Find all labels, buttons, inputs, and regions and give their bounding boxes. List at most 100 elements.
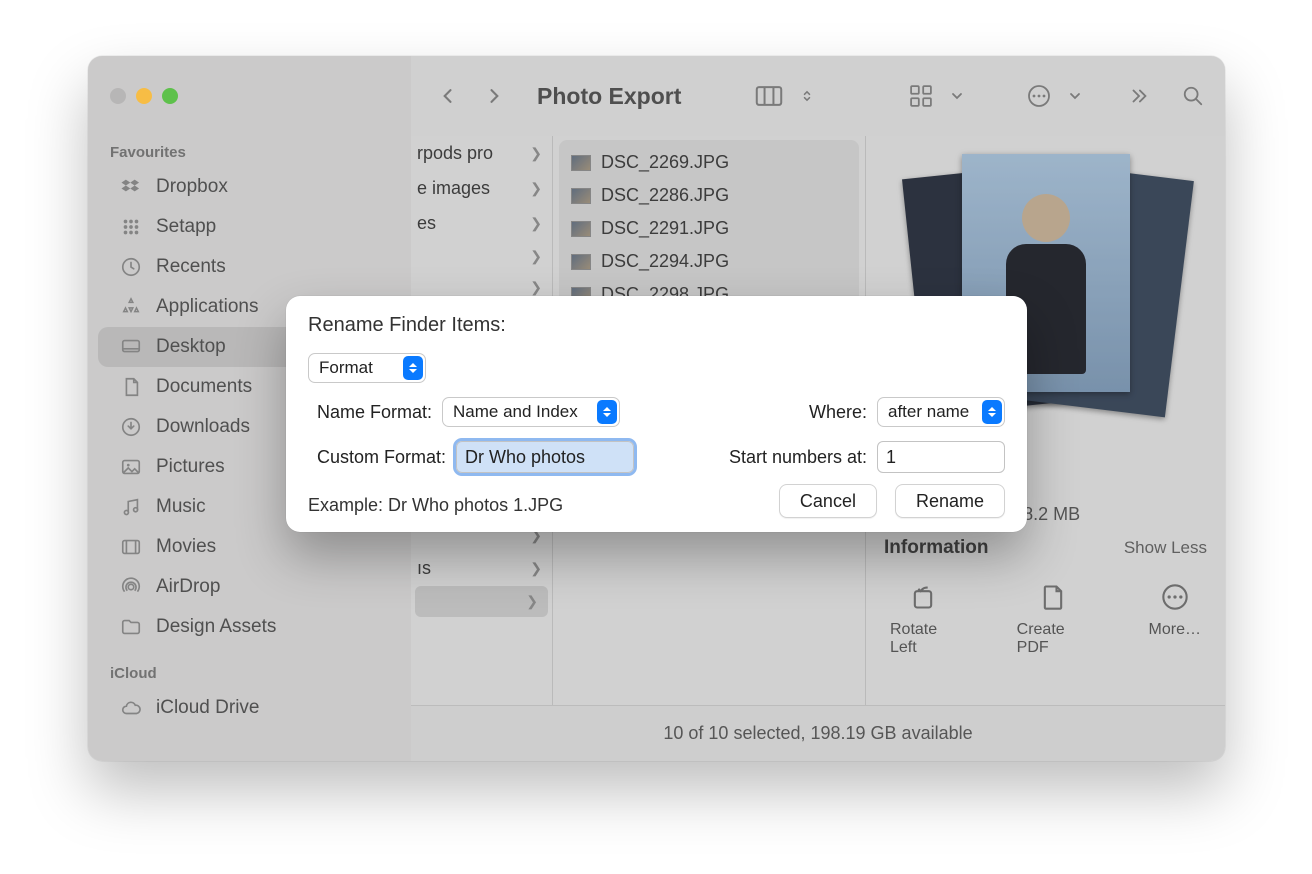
ellipsis-circle-icon [1021,82,1057,110]
folder-item[interactable]: ❯ [415,586,548,617]
music-icon [120,496,142,518]
sidebar-item-label: Applications [156,296,258,318]
file-name: DSC_2286.JPG [601,185,729,206]
chevron-right-icon: ❯ [530,248,542,265]
minimize-button[interactable] [136,88,152,104]
start-numbers-input[interactable] [877,441,1005,473]
dialog-title: Rename Finder Items: [308,314,1005,337]
create-pdf-action[interactable]: Create PDF [1017,583,1089,657]
chevron-right-icon: ❯ [530,215,542,232]
clock-icon [120,256,142,278]
file-item[interactable]: DSC_2291.JPG [567,212,851,245]
file-thumbnail [571,188,591,204]
name-format-value: Name and Index [453,402,578,422]
sidebar-item-label: iCloud Drive [156,697,259,719]
file-item[interactable]: DSC_2286.JPG [567,179,851,212]
sidebar-item-recents[interactable]: Recents [98,247,401,287]
chevron-right-icon: ❯ [530,145,542,162]
folder-item[interactable]: e images ❯ [411,171,552,206]
chevron-right-icon: ❯ [530,180,542,197]
folder-item[interactable]: ıs ❯ [411,551,552,586]
chevron-down-icon [939,82,975,110]
chevron-right-icon: ❯ [526,593,538,610]
folder-item[interactable]: rpods pro❯ [411,136,552,171]
where-label: Where: [809,402,867,423]
movie-icon [120,536,142,558]
rename-mode-select[interactable]: Format [308,353,426,383]
folder-label: e images [417,178,490,199]
view-columns-button[interactable] [733,82,825,110]
sidebar-item-setapp[interactable]: Setapp [98,207,401,247]
file-list: DSC_2269.JPG DSC_2286.JPG DSC_2291.JPG DSC_… [559,140,859,317]
document-icon [1039,583,1067,611]
file-name: DSC_2294.JPG [601,251,729,272]
rename-mode-value: Format [319,358,373,378]
download-icon [120,416,142,438]
sidebar-item-movies[interactable]: Movies [98,527,401,567]
sidebar-item-label: Design Assets [156,616,276,638]
columns-icon [751,82,787,110]
search-button[interactable] [1175,82,1211,110]
more-actions[interactable]: More… [1149,583,1201,657]
fullscreen-button[interactable] [162,88,178,104]
forward-button[interactable] [479,81,509,111]
sidebar-item-label: Downloads [156,416,250,438]
sidebar-item-label: AirDrop [156,576,220,598]
folder-item[interactable]: ❯ [411,241,552,272]
cloud-icon [120,697,142,719]
rename-button[interactable]: Rename [895,484,1005,518]
file-name: DSC_2269.JPG [601,152,729,173]
more-label: More… [1149,621,1201,639]
sidebar-item-label: Recents [156,256,226,278]
folder-label: ıs [417,558,431,579]
name-format-label: Name Format: [308,402,432,423]
airdrop-icon [120,576,142,598]
folder-label: es [417,213,436,234]
dropbox-icon [120,176,142,198]
status-bar: 10 of 10 selected, 198.19 GB available [411,705,1225,761]
chevron-updown-icon [789,82,825,110]
rotate-left-action[interactable]: Rotate Left [890,583,957,657]
app-icon [120,296,142,318]
folder-icon [120,616,142,638]
action-menu-button[interactable] [1003,82,1093,110]
file-thumbnail [571,254,591,270]
cancel-button[interactable]: Cancel [779,484,877,518]
sidebar-item-label: Setapp [156,216,216,238]
custom-format-input[interactable] [456,441,634,473]
grid-icon [903,82,939,110]
folder-item[interactable]: es ❯ [411,206,552,241]
rotate-left-icon [909,583,937,611]
sidebar-item-icloud-drive[interactable]: iCloud Drive [98,688,401,728]
create-pdf-label: Create PDF [1017,621,1089,657]
image-icon [120,456,142,478]
sidebar-item-label: Pictures [156,456,225,478]
file-item[interactable]: DSC_2294.JPG [567,245,851,278]
chevron-right-icon: ❯ [530,560,542,577]
doc-icon [120,376,142,398]
group-by-button[interactable] [885,82,975,110]
rename-dialog: Rename Finder Items: Format Name Format:… [286,296,1027,532]
rotate-left-label: Rotate Left [890,621,957,657]
file-thumbnail [571,221,591,237]
sidebar-item-airdrop[interactable]: AirDrop [98,567,401,607]
file-item[interactable]: DSC_2269.JPG [567,146,851,179]
file-name: DSC_2291.JPG [601,218,729,239]
sidebar-section-icloud: iCloud [88,657,411,688]
back-button[interactable] [433,81,463,111]
overflow-button[interactable] [1121,82,1157,110]
sidebar-item-dropbox[interactable]: Dropbox [98,167,401,207]
desktop-icon [120,336,142,358]
ellipsis-circle-icon [1161,583,1189,611]
sidebar-item-design-assets[interactable]: Design Assets [98,607,401,647]
name-format-select[interactable]: Name and Index [442,397,620,427]
file-thumbnail [571,155,591,171]
select-arrows-icon [597,400,617,424]
chevron-right-icon: ❯ [530,279,542,296]
close-button[interactable] [110,88,126,104]
show-less-button[interactable]: Show Less [1124,538,1207,558]
finder-window: Favourites DropboxSetappRecentsApplicati… [88,56,1225,761]
start-numbers-label: Start numbers at: [729,447,867,468]
where-select[interactable]: after name [877,397,1005,427]
sidebar-item-label: Movies [156,536,216,558]
